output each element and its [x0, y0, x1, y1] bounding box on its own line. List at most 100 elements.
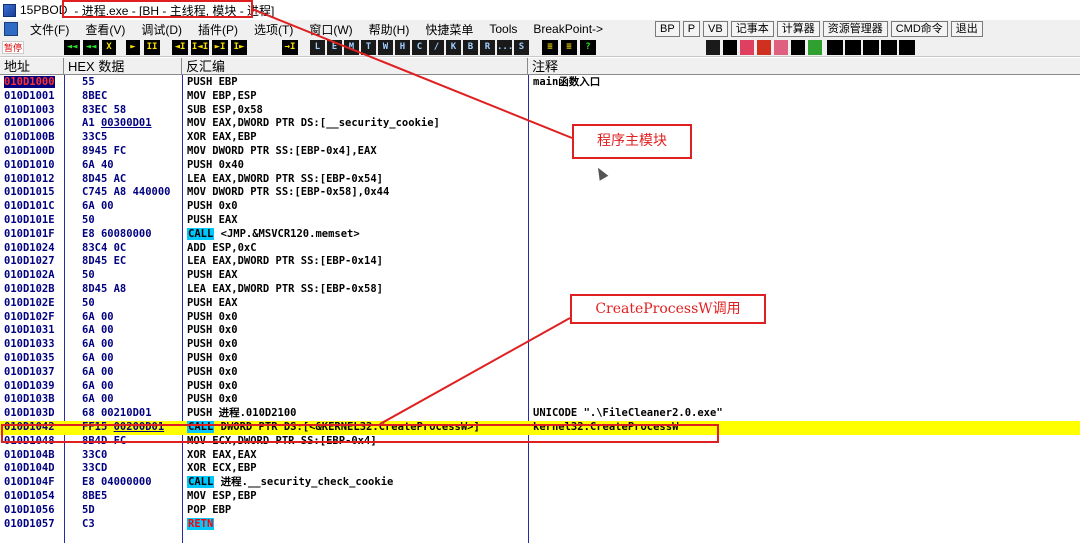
disasm-row[interactable]: 010D1012 8D45 AC LEA EAX,DWORD PTR SS:[EBP…	[0, 173, 1080, 187]
breakpoints-window-icon[interactable]: B	[463, 40, 478, 55]
patches-window-icon[interactable]: /	[429, 40, 444, 55]
plugin-icon-1[interactable]	[706, 40, 720, 55]
disasm-row[interactable]: 010D102A 50 PUSH EAX	[0, 269, 1080, 283]
calculator-button[interactable]: 计算器	[776, 21, 820, 37]
help-icon[interactable]: ?	[580, 40, 596, 55]
plugin-icon-4[interactable]	[757, 40, 771, 55]
menu-view[interactable]: 查看(V)	[77, 21, 133, 38]
handles-window-icon[interactable]: H	[395, 40, 410, 55]
plugin-icon-6[interactable]	[791, 40, 805, 55]
disassembly-panel[interactable]: 010D1000 55 PUSH EBP main函数入口 010D1001 8BEC MO…	[0, 75, 1080, 543]
disasm-row[interactable]: 010D100B 33C5 XOR EAX,EBP	[0, 131, 1080, 145]
disasm-row[interactable]: 010D1033 6A 00 PUSH 0x0	[0, 338, 1080, 352]
explorer-button[interactable]: 资源管理器	[822, 21, 888, 37]
disasm-row[interactable]: 010D1035 6A 00 PUSH 0x0	[0, 352, 1080, 366]
run-trace-window-icon[interactable]: ...	[497, 40, 513, 55]
execute-till-return-icon[interactable]: →I	[282, 40, 298, 55]
menu-shortcuts[interactable]: 快捷菜单	[417, 21, 481, 38]
cpu-window-icon[interactable]: C	[412, 40, 427, 55]
modules-window-icon[interactable]: E	[327, 40, 342, 55]
disasm-row[interactable]: 010D1037 6A 00 PUSH 0x0	[0, 366, 1080, 380]
menu-options[interactable]: 选项(T)	[246, 21, 301, 38]
disasm-row[interactable]: 010D103D 68 00210D01 PUSH 进程.010D2100 UNICO…	[0, 407, 1080, 421]
disasm-row[interactable]: 010D1001 8BEC MOV EBP,ESP	[0, 90, 1080, 104]
column-headers: 地址 HEX 数据 反汇编 注释	[0, 58, 1080, 75]
plugin-slot-3[interactable]	[863, 40, 879, 55]
disasm-row[interactable]: 010D1024 83C4 0C ADD ESP,0xC	[0, 242, 1080, 256]
p-button[interactable]: P	[682, 21, 701, 37]
disasm-row[interactable]: 010D1056 5D POP EBP	[0, 504, 1080, 518]
menu-file[interactable]: 文件(F)	[22, 21, 77, 38]
rewind-icon[interactable]: ◄◄	[83, 40, 99, 55]
row-hex: 6A 00	[82, 200, 114, 213]
row-address: 010D1027	[4, 255, 55, 268]
disasm-row[interactable]: 010D101E 50 PUSH EAX	[0, 214, 1080, 228]
notepad-button[interactable]: 记事本	[730, 21, 774, 37]
menu-debug[interactable]: 调试(D)	[133, 21, 190, 38]
threads-window-icon[interactable]: T	[361, 40, 376, 55]
trace-into-icon[interactable]: ►I	[212, 40, 228, 55]
plugin-icon-2[interactable]	[723, 40, 737, 55]
system-menu-icon[interactable]	[4, 22, 18, 36]
menu-breakpoint[interactable]: BreakPoint->	[525, 22, 611, 36]
options-icon[interactable]: ≡	[542, 40, 558, 55]
pause-icon[interactable]: II	[144, 40, 160, 55]
plugin-icon-7[interactable]	[808, 40, 822, 55]
plugin-icon-3[interactable]	[740, 40, 754, 55]
hex-column-header[interactable]: HEX 数据	[64, 58, 182, 75]
plugin-slot-5[interactable]	[899, 40, 915, 55]
disasm-row[interactable]: 010D1027 8D45 EC LEA EAX,DWORD PTR SS:[EBP…	[0, 255, 1080, 269]
source-window-icon[interactable]: S	[514, 40, 529, 55]
menu-help[interactable]: 帮助(H)	[361, 21, 418, 38]
menu-tools[interactable]: Tools	[481, 22, 525, 36]
comment-column-header[interactable]: 注释	[528, 58, 1080, 75]
address-column-header[interactable]: 地址	[0, 58, 64, 75]
trace-over-icon[interactable]: I►	[231, 40, 247, 55]
disasm-row[interactable]: 010D1054 8BE5 MOV ESP,EBP	[0, 490, 1080, 504]
disasm-column-header[interactable]: 反汇编	[182, 58, 528, 75]
references-window-icon[interactable]: R	[480, 40, 495, 55]
plugin-slot-4[interactable]	[881, 40, 897, 55]
appearance-icon[interactable]: ≡	[561, 40, 577, 55]
disasm-row[interactable]: 010D1006 A1 00300D01 MOV EAX,DWORD PTR DS:…	[0, 117, 1080, 131]
row-disasm: LEA EAX,DWORD PTR SS:[EBP-0x54]	[187, 172, 383, 185]
plugin-slot-2[interactable]	[845, 40, 861, 55]
disasm-row[interactable]: 010D101C 6A 00 PUSH 0x0	[0, 200, 1080, 214]
menu-window[interactable]: 窗口(W)	[301, 21, 360, 38]
run-icon[interactable]: ►	[126, 40, 140, 55]
disasm-row[interactable]: 010D1015 C745 A8 440000 MOV DWORD PTR SS:[…	[0, 186, 1080, 200]
disasm-row[interactable]: 010D102B 8D45 A8 LEA EAX,DWORD PTR SS:[EBP…	[0, 283, 1080, 297]
disasm-row[interactable]: 010D1039 6A 00 PUSH 0x0	[0, 380, 1080, 394]
vb-button[interactable]: VB	[703, 21, 728, 37]
log-window-icon[interactable]: L	[310, 40, 325, 55]
close-icon[interactable]: X	[102, 40, 116, 55]
disasm-row[interactable]: 010D102F 6A 00 PUSH 0x0	[0, 311, 1080, 325]
disasm-row[interactable]: 010D101F E8 60080000 CALL <JMP.&MSVCR120.m…	[0, 227, 1080, 242]
plugin-slot-1[interactable]	[827, 40, 843, 55]
disasm-row[interactable]: 010D1031 6A 00 PUSH 0x0	[0, 324, 1080, 338]
disasm-row[interactable]: 010D1010 6A 40 PUSH 0x40	[0, 159, 1080, 173]
disasm-row[interactable]: 010D103B 6A 00 PUSH 0x0	[0, 393, 1080, 407]
disasm-row[interactable]: 010D1057 C3 RETN	[0, 517, 1080, 532]
disasm-row[interactable]: 010D1000 55 PUSH EBP main函数入口	[0, 76, 1080, 90]
menu-plugins[interactable]: 插件(P)	[190, 21, 246, 38]
plugin-icon-5[interactable]	[774, 40, 788, 55]
step-into-icon[interactable]: ◄I	[172, 40, 188, 55]
windows-window-icon[interactable]: W	[378, 40, 393, 55]
memory-window-icon[interactable]: M	[344, 40, 359, 55]
disasm-row[interactable]: 010D102E 50 PUSH EAX	[0, 297, 1080, 311]
exit-button[interactable]: 退出	[950, 21, 983, 37]
disasm-row[interactable]: 010D100D 8945 FC MOV DWORD PTR SS:[EBP-0x4…	[0, 145, 1080, 159]
row-disasm: PUSH 0x0	[187, 338, 238, 351]
disasm-row[interactable]: 010D104D 33CD XOR ECX,EBP	[0, 462, 1080, 476]
row-hex: 33C5	[82, 131, 108, 144]
cmd-button[interactable]: CMD命令	[890, 21, 948, 37]
call-stack-window-icon[interactable]: K	[446, 40, 461, 55]
disasm-row[interactable]: 010D1003 83EC 58 SUB ESP,0x58	[0, 104, 1080, 118]
bp-button[interactable]: BP	[655, 21, 680, 37]
step-over-icon[interactable]: I◄I	[191, 40, 209, 55]
disasm-row[interactable]: 010D104B 33C0 XOR EAX,EAX	[0, 449, 1080, 463]
row-disasm: RETN	[187, 517, 525, 532]
restart-icon[interactable]: ◄◄	[64, 40, 80, 55]
disasm-row[interactable]: 010D104F E8 04000000 CALL 进程.__security_ch…	[0, 476, 1080, 490]
